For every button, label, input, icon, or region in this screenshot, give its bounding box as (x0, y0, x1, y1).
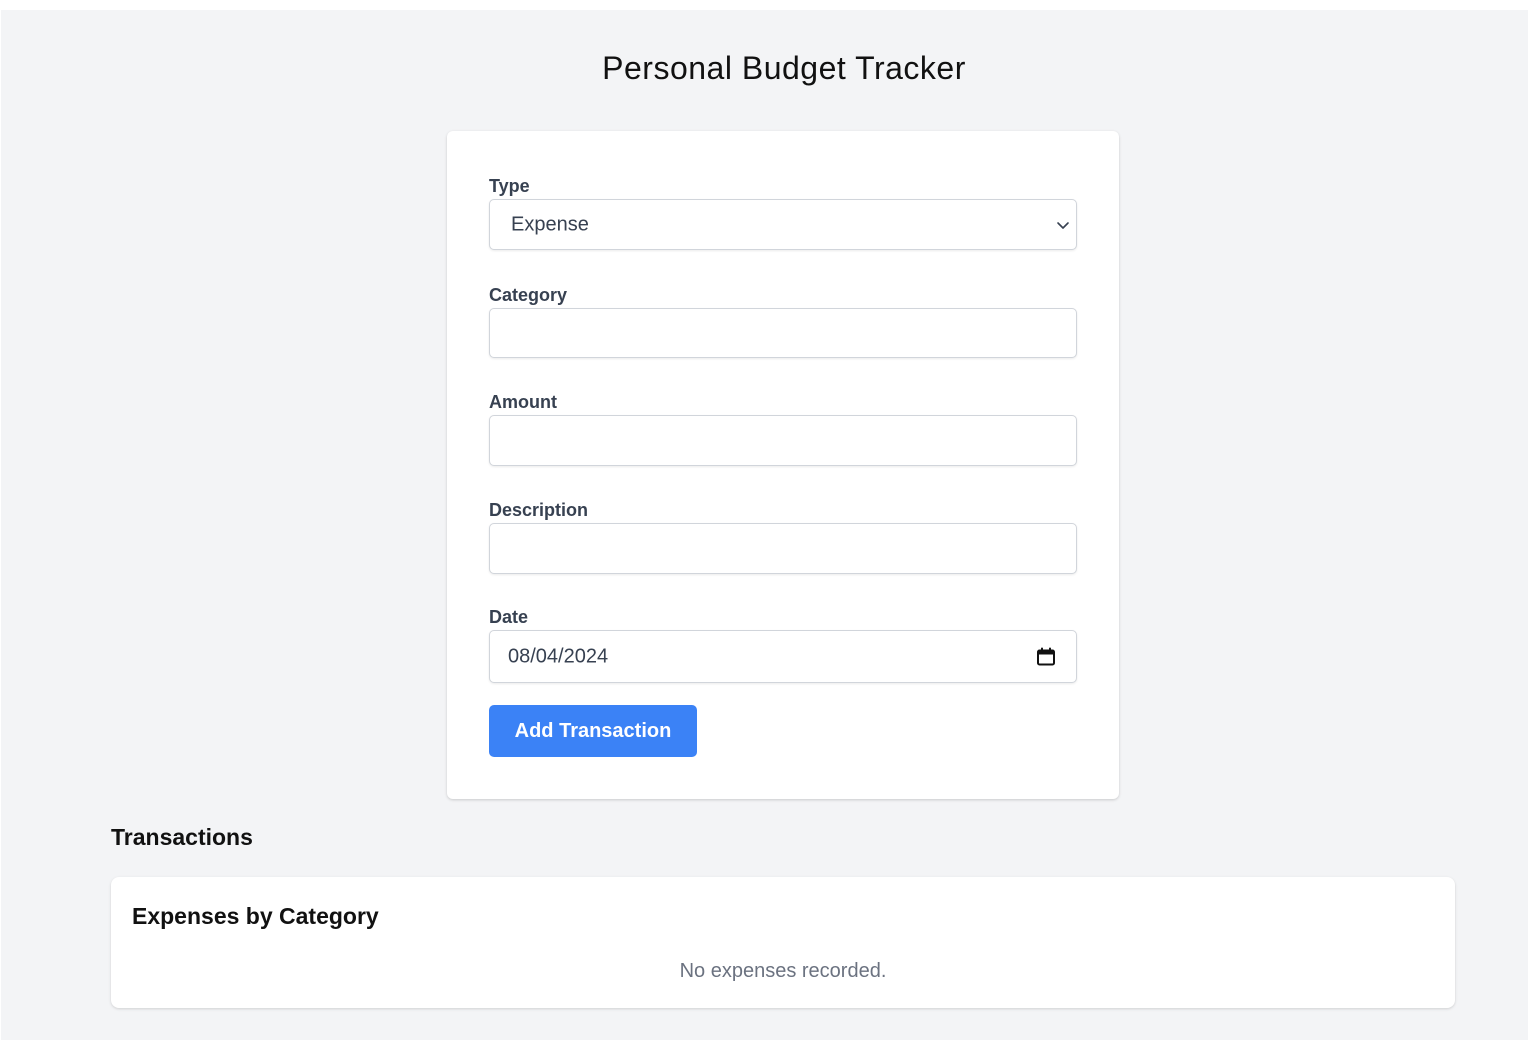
page-background: Personal Budget Tracker Type Expense Cat… (1, 10, 1528, 1040)
category-input[interactable] (489, 308, 1077, 358)
transaction-form-card: Type Expense Category Amount Description… (447, 131, 1119, 799)
amount-label: Amount (489, 392, 557, 412)
expenses-by-category-card: Expenses by Category No expenses recorde… (111, 877, 1455, 1008)
category-label: Category (489, 285, 568, 305)
date-input[interactable]: 08/04/2024 (489, 630, 1077, 683)
expenses-by-category-heading: Expenses by Category (132, 903, 379, 929)
page-title: Personal Budget Tracker (602, 50, 966, 86)
type-select[interactable]: Expense (489, 199, 1077, 250)
chevron-down-icon (1057, 221, 1069, 229)
add-transaction-button[interactable]: Add Transaction (489, 705, 697, 757)
transactions-heading: Transactions (111, 824, 253, 850)
description-label: Description (489, 500, 589, 520)
date-input-value: 08/04/2024 (508, 645, 609, 667)
type-label: Type (489, 176, 530, 196)
calendar-icon[interactable] (1036, 647, 1056, 667)
amount-input[interactable] (489, 415, 1077, 466)
empty-state-message: No expenses recorded. (679, 960, 887, 982)
type-select-value: Expense (511, 213, 589, 235)
description-input[interactable] (489, 523, 1077, 574)
date-label: Date (489, 607, 529, 627)
